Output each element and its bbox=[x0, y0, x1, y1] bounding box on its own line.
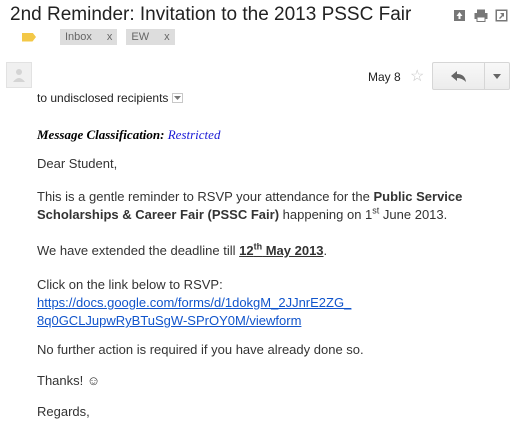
remove-label-button[interactable]: x bbox=[102, 31, 118, 43]
greeting: Dear Student, bbox=[37, 156, 118, 171]
text: This is a gentle reminder to RSVP your a… bbox=[37, 189, 374, 204]
paragraph-reminder: This is a gentle reminder to RSVP your a… bbox=[37, 188, 497, 224]
link-line: https://docs.google.com/forms/d/1dokgM_2… bbox=[37, 295, 352, 310]
recipients-text: to undisclosed recipients bbox=[37, 91, 169, 105]
reply-button-group bbox=[432, 62, 510, 90]
text: June 2013. bbox=[379, 207, 448, 222]
star-icon[interactable]: ☆ bbox=[410, 66, 424, 86]
new-window-icon[interactable] bbox=[495, 9, 508, 22]
thanks-line: Thanks! ☺ bbox=[37, 373, 101, 388]
label-chip-ew[interactable]: EW x bbox=[126, 29, 175, 45]
chevron-down-icon bbox=[174, 96, 182, 100]
label-chip-inbox[interactable]: Inbox x bbox=[60, 29, 118, 45]
importance-marker-icon[interactable] bbox=[22, 32, 36, 42]
classification-label: Message Classification: bbox=[37, 127, 165, 142]
label-name: EW bbox=[131, 31, 150, 43]
show-details-button[interactable] bbox=[172, 93, 184, 103]
person-icon bbox=[13, 69, 25, 82]
sender-avatar bbox=[6, 62, 32, 88]
paragraph-rsvp: Click on the link below to RSVP: https:/… bbox=[37, 276, 351, 330]
remove-label-button[interactable]: x bbox=[159, 31, 175, 43]
superscript: th bbox=[253, 241, 263, 252]
regards-line: Regards, bbox=[37, 404, 90, 419]
email-date: May 8 bbox=[368, 70, 401, 84]
email-subject: 2nd Reminder: Invitation to the 2013 PSS… bbox=[10, 4, 412, 25]
message-classification: Message Classification: Restricted bbox=[37, 127, 220, 143]
dropdown-arrow-icon bbox=[493, 73, 501, 79]
print-icon[interactable] bbox=[474, 9, 488, 22]
deadline-month: May 2013 bbox=[262, 243, 324, 258]
paragraph-no-action: No further action is required if you hav… bbox=[37, 342, 364, 357]
text: . bbox=[323, 243, 328, 258]
reply-button[interactable] bbox=[432, 62, 485, 90]
link-line: 8q0GCLJupwRyBTuSgW-SPrOY0M/viewform bbox=[37, 313, 302, 328]
archive-icon[interactable] bbox=[453, 9, 466, 22]
header-actions bbox=[453, 9, 508, 22]
label-name: Inbox bbox=[65, 31, 92, 43]
paragraph-deadline: We have extended the deadline till 12th … bbox=[37, 242, 327, 260]
rsvp-link[interactable]: https://docs.google.com/forms/d/1dokgM_2… bbox=[37, 295, 351, 328]
deadline-day: 12 bbox=[239, 243, 254, 258]
more-actions-button[interactable] bbox=[485, 62, 510, 90]
classification-value: Restricted bbox=[167, 127, 221, 142]
label-bar: Inbox x EW x bbox=[22, 29, 184, 45]
text: We have extended the deadline till bbox=[37, 243, 240, 258]
deadline-date: 12th May 2013 bbox=[239, 241, 324, 258]
text: happening on 1 bbox=[279, 207, 373, 222]
rsvp-intro: Click on the link below to RSVP: bbox=[37, 277, 223, 292]
recipients-line: to undisclosed recipients bbox=[37, 91, 184, 105]
reply-icon bbox=[450, 70, 466, 82]
